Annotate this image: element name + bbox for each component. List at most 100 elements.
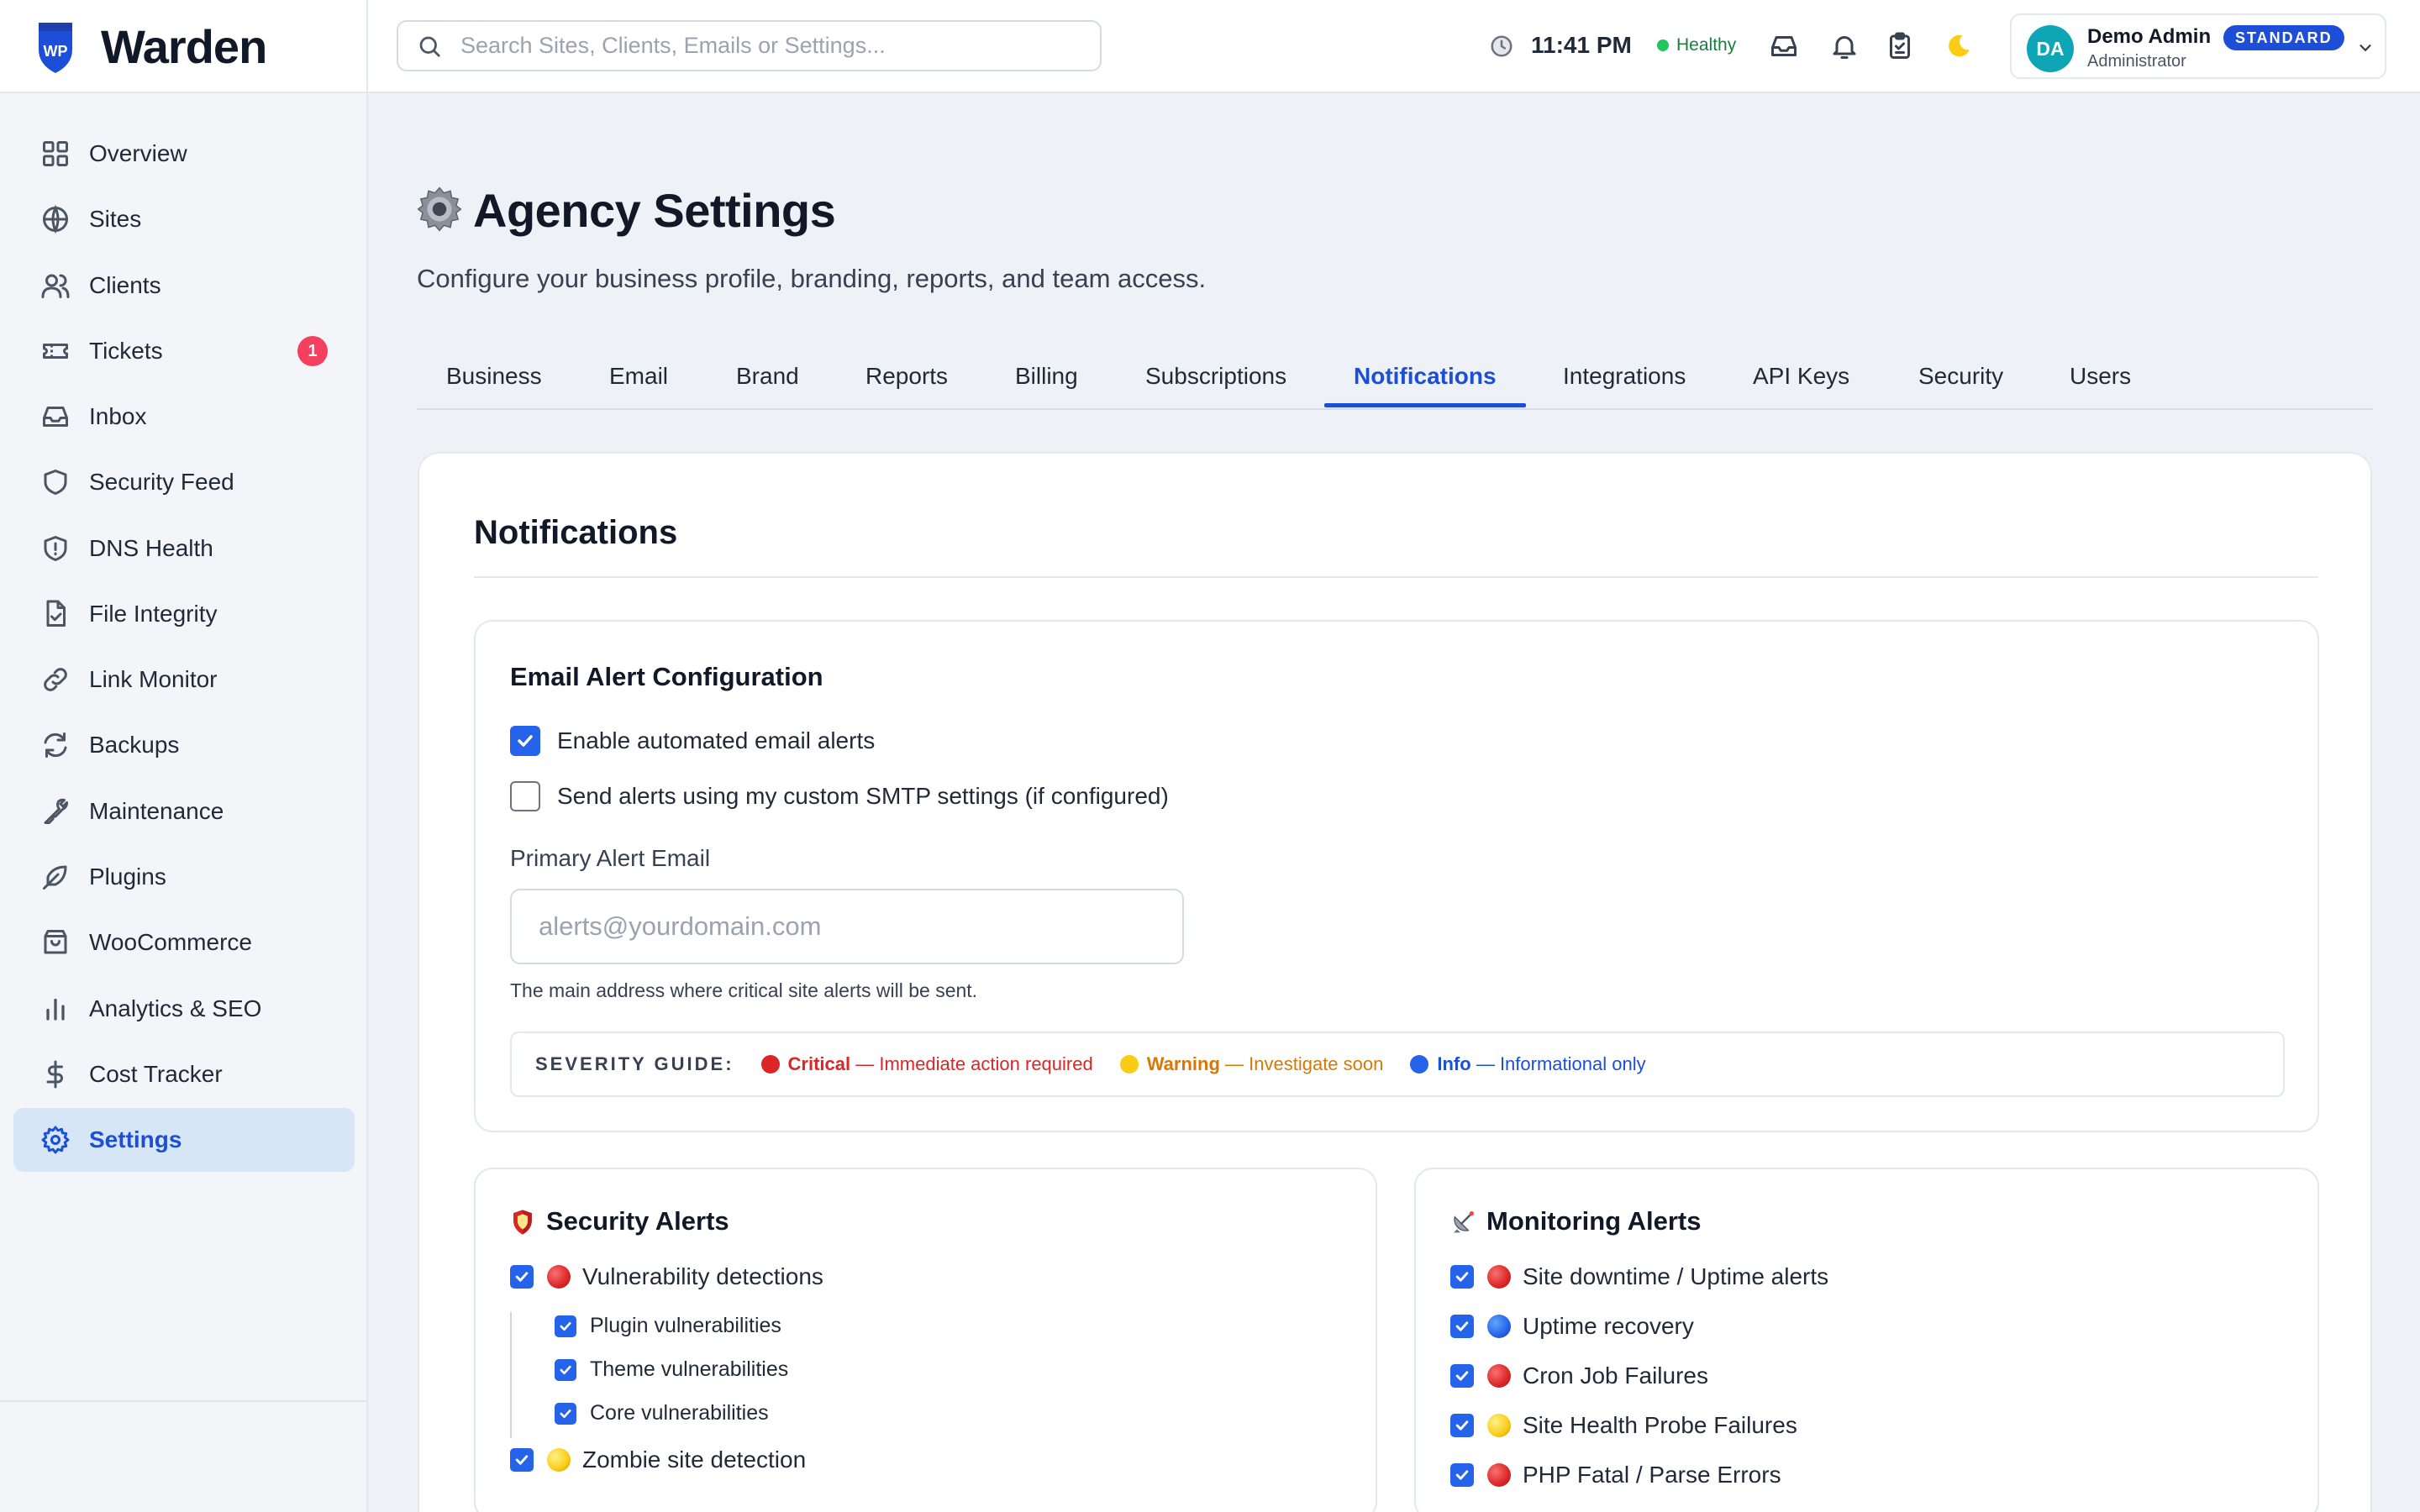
severity-name: Warning [1146,1053,1220,1074]
checkbox-checked[interactable] [1450,1364,1474,1388]
clock-icon [1491,35,1512,57]
checkbox-checked[interactable] [510,1265,534,1289]
primary-alert-email-input[interactable] [510,889,1184,964]
yellow-circle-icon [547,1448,571,1472]
shield-icon [513,1210,532,1235]
gear-icon [417,186,462,232]
inbox-button[interactable] [1768,30,1800,62]
satellite-dish-icon [1454,1211,1474,1233]
primary-alert-email-label: Primary Alert Email [510,845,711,871]
check-icon [518,735,533,747]
sidebar-item-label: Settings [89,1126,182,1152]
notifications-button[interactable] [1828,30,1860,62]
tab-users[interactable]: Users [2070,363,2131,390]
gear-icon [41,1126,70,1154]
ticket-icon [43,344,68,359]
sidebar-item-label: Inbox [89,403,147,429]
sidebar-item-maintenance[interactable]: Maintenance [13,780,355,843]
sidebar-item-analytics-seo[interactable]: Analytics & SEO [13,977,355,1041]
status-dot [1657,39,1669,51]
sidebar-item-cost-tracker[interactable]: Cost Tracker [13,1042,355,1106]
chevron-down-icon [2360,45,2371,52]
checkbox-checked[interactable] [1450,1463,1474,1487]
sidebar-item-clients[interactable]: Clients [13,254,355,318]
sidebar-item-plugins[interactable]: Plugins [13,845,355,909]
cron-job-failures-checkbox[interactable]: Cron Job Failures [1450,1362,1708,1389]
check-icon [1455,1321,1469,1331]
sidebar-item-overview[interactable]: Overview [13,122,355,186]
theme-vulnerabilities-checkbox[interactable]: Theme vulnerabilities [555,1357,788,1382]
search-input[interactable] [460,33,1082,59]
severity-critical: Critical — Immediate action required [760,1053,1093,1075]
bar-chart-icon [46,998,65,1021]
top-bar: WP Warden 11:41 PM Healthy DA Demo Admin… [0,0,2420,93]
enable-email-alerts-checkbox[interactable]: Enable automated email alerts [510,726,875,756]
refresh-icon [44,732,67,758]
tab-billing[interactable]: Billing [1015,363,1078,390]
sidebar-item-sites[interactable]: Sites [13,187,355,251]
tab-subscriptions[interactable]: Subscriptions [1145,363,1286,390]
checkbox-checked[interactable] [555,1402,576,1425]
user-name: Demo Admin [2087,25,2212,48]
tab-api-keys[interactable]: API Keys [1753,363,1849,390]
uptime-recovery-checkbox[interactable]: Uptime recovery [1450,1313,1694,1340]
user-menu[interactable]: DA Demo Admin STANDARD Administrator [2010,13,2386,79]
current-time: 11:41 PM [1531,32,1632,58]
site-downtime-checkbox[interactable]: Site downtime / Uptime alerts [1450,1263,1828,1290]
checkbox-unchecked[interactable] [510,781,540,811]
site-health-probe-failures-checkbox[interactable]: Site Health Probe Failures [1450,1412,1797,1439]
sidebar-item-link-monitor[interactable]: Link Monitor [13,648,355,711]
divider [474,576,2318,578]
tab-integrations[interactable]: Integrations [1563,363,1686,390]
sidebar-item-security-feed[interactable]: Security Feed [13,450,355,514]
search-bar[interactable] [397,20,1102,71]
php-fatal-errors-checkbox[interactable]: PHP Fatal / Parse Errors [1450,1462,1781,1488]
severity-name: Info [1437,1053,1471,1074]
checkbox-label: Site downtime / Uptime alerts [1523,1263,1829,1289]
checkbox-checked[interactable] [555,1358,576,1381]
tab-brand[interactable]: Brand [736,363,799,390]
sidebar-item-label: WooCommerce [89,929,252,955]
checkbox-label: Enable automated email alerts [557,727,876,753]
page-title: Agency Settings [473,184,836,237]
zombie-site-detection-checkbox[interactable]: Zombie site detection [510,1446,806,1473]
checkbox-label: Site Health Probe Failures [1523,1412,1797,1438]
sidebar-item-settings[interactable]: Settings [13,1108,355,1172]
security-alerts-panel: Security Alerts Vulnerability detections… [474,1168,1377,1512]
checkbox-checked[interactable] [510,1448,534,1472]
vulnerability-detections-checkbox[interactable]: Vulnerability detections [510,1263,823,1290]
tab-security[interactable]: Security [1918,363,2003,390]
brand[interactable]: WP Warden [0,0,368,93]
sidebar-item-dns-health[interactable]: DNS Health [13,517,355,580]
sidebar-item-label: File Integrity [89,601,218,627]
system-status[interactable]: Healthy [1657,35,1736,55]
check-icon [1455,1371,1469,1381]
sub-options-guide [510,1312,512,1438]
tasks-button[interactable] [1884,30,1916,62]
sidebar-item-label: Sites [89,206,142,232]
blue-circle-icon [1487,1315,1511,1338]
checkbox-checked[interactable] [555,1315,576,1337]
checkbox-checked[interactable] [510,726,540,756]
check-icon [1455,1272,1469,1282]
checkbox-checked[interactable] [1450,1414,1474,1437]
plugin-vulnerabilities-checkbox[interactable]: Plugin vulnerabilities [555,1314,781,1338]
sidebar-item-inbox[interactable]: Inbox [13,385,355,449]
sidebar-item-woocommerce[interactable]: WooCommerce [13,911,355,974]
core-vulnerabilities-checkbox[interactable]: Core vulnerabilities [555,1401,769,1425]
tab-business[interactable]: Business [446,363,542,390]
sidebar-item-backups[interactable]: Backups [13,713,355,777]
tab-email[interactable]: Email [609,363,668,390]
severity-warning: Warning — Investigate soon [1119,1053,1383,1075]
checkbox-checked[interactable] [1450,1315,1474,1338]
link-icon [44,668,67,691]
bell-icon [1833,36,1856,59]
tab-notifications[interactable]: Notifications [1354,363,1497,390]
tab-reports[interactable]: Reports [865,363,948,390]
theme-toggle-button[interactable] [1943,30,1975,62]
sidebar-item-tickets[interactable]: Tickets 1 [13,319,355,383]
custom-smtp-checkbox[interactable]: Send alerts using my custom SMTP setting… [510,781,1169,811]
sidebar-item-file-integrity[interactable]: File Integrity [13,582,355,646]
checkbox-checked[interactable] [1450,1265,1474,1289]
sidebar-item-label: Maintenance [89,798,224,824]
